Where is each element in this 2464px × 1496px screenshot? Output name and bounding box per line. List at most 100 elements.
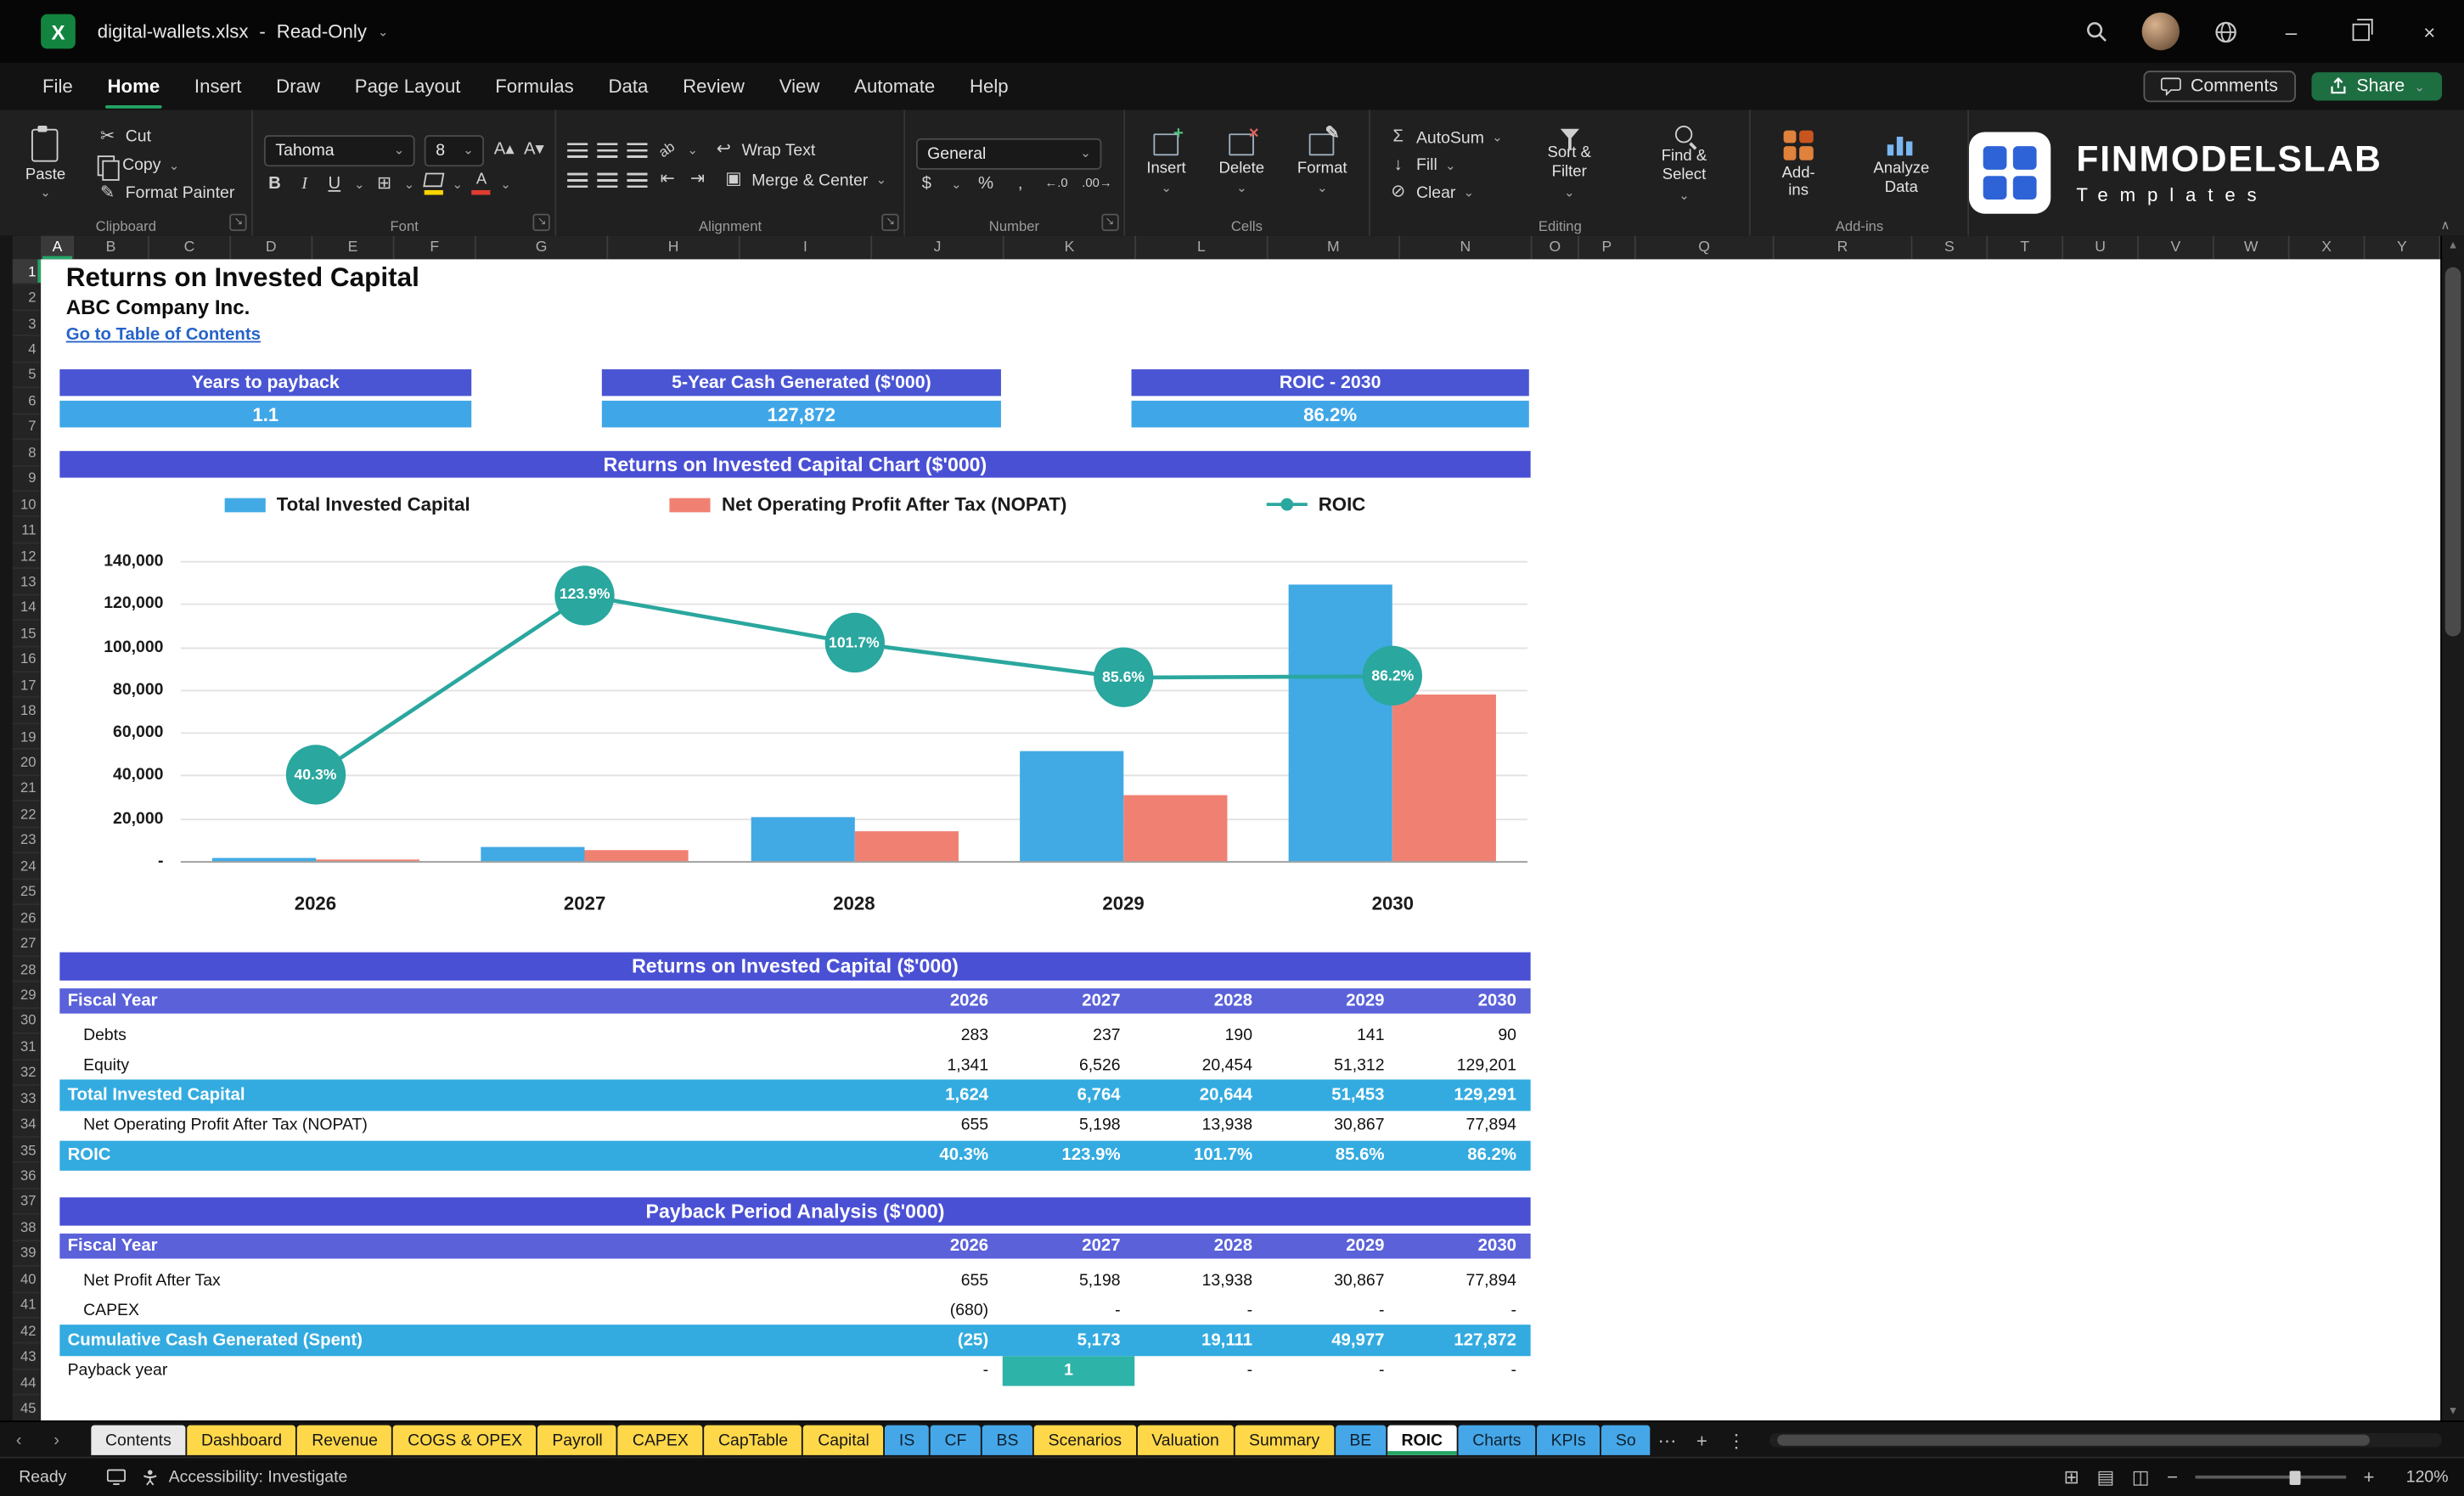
vertical-scrollbar[interactable]: ▲ ▼	[2440, 235, 2464, 1422]
toc-link[interactable]: Go to Table of Contents	[66, 325, 261, 344]
format-painter-button[interactable]: ✎ Format Painter	[91, 182, 241, 205]
cut-button[interactable]: ✂ Cut	[91, 125, 241, 149]
italic-icon[interactable]: I	[295, 174, 315, 192]
zoom-in-icon[interactable]: +	[2364, 1466, 2375, 1488]
table-cell[interactable]: -	[1003, 1295, 1134, 1325]
decrease-indent-icon[interactable]: ⇤	[657, 171, 678, 188]
row-header-31[interactable]: 31	[12, 1034, 42, 1060]
menu-tab-view[interactable]: View	[762, 65, 836, 109]
alignment-dialog-launcher-icon[interactable]: ↘	[881, 213, 899, 232]
table-cell[interactable]: -	[1134, 1355, 1266, 1386]
row-header-41[interactable]: 41	[12, 1292, 42, 1319]
analyze-data-button[interactable]: Analyze Data	[1846, 116, 1957, 214]
row-header-17[interactable]: 17	[12, 672, 42, 699]
sheet-tab-be[interactable]: BE	[1335, 1425, 1386, 1455]
currency-format-icon[interactable]: $	[916, 174, 937, 192]
row-header-8[interactable]: 8	[12, 440, 42, 466]
column-header-T[interactable]: T	[1988, 235, 2064, 260]
restore-button[interactable]	[2326, 0, 2394, 63]
row-header-20[interactable]: 20	[12, 750, 42, 776]
zoom-slider[interactable]	[2195, 1470, 2347, 1485]
table-cell[interactable]: -	[870, 1355, 1002, 1386]
row-header-27[interactable]: 27	[12, 931, 42, 957]
table-cell[interactable]: 127,872	[1398, 1325, 1530, 1356]
column-header-R[interactable]: R	[1775, 235, 1913, 260]
column-header-H[interactable]: H	[608, 235, 740, 260]
row-header-18[interactable]: 18	[12, 699, 42, 724]
row-header-42[interactable]: 42	[12, 1319, 42, 1345]
page-break-view-icon[interactable]: ◫	[2132, 1466, 2150, 1488]
row-header-36[interactable]: 36	[12, 1163, 42, 1189]
delete-cells-button[interactable]: × Delete ⌄	[1208, 116, 1275, 214]
table-cell[interactable]: 13,938	[1134, 1265, 1266, 1296]
table-cell[interactable]: 13,938	[1134, 1111, 1266, 1141]
table-cell[interactable]: 77,894	[1398, 1111, 1530, 1141]
accessibility-status[interactable]: Accessibility: Investigate	[142, 1468, 347, 1487]
column-header-E[interactable]: E	[312, 235, 395, 260]
table-cell[interactable]: 5,198	[1003, 1265, 1134, 1296]
more-sheets-icon[interactable]: ⋯	[1650, 1429, 1685, 1451]
menu-tab-insert[interactable]: Insert	[177, 65, 259, 109]
table-cell[interactable]: 129,291	[1398, 1080, 1530, 1111]
row-header-1[interactable]: 1	[12, 259, 42, 285]
percent-format-icon[interactable]: %	[976, 174, 996, 192]
sheet-tab-scenarios[interactable]: Scenarios	[1033, 1425, 1136, 1455]
row-header-30[interactable]: 30	[12, 1009, 42, 1035]
format-cells-button[interactable]: ✎ Format ⌄	[1286, 116, 1359, 214]
font-dialog-launcher-icon[interactable]: ↘	[532, 213, 551, 232]
font-family-select[interactable]: Tahoma ⌄	[264, 134, 416, 166]
row-header-38[interactable]: 38	[12, 1215, 42, 1241]
column-header-X[interactable]: X	[2290, 235, 2366, 260]
sheet-tab-is[interactable]: IS	[885, 1425, 929, 1455]
table-cell[interactable]: -	[1267, 1355, 1398, 1386]
shrink-font-icon[interactable]: A▾	[524, 141, 544, 159]
row-header-25[interactable]: 25	[12, 880, 42, 905]
table-cell[interactable]: 655	[870, 1265, 1002, 1296]
number-format-select[interactable]: General ⌄	[916, 137, 1102, 169]
row-header-37[interactable]: 37	[12, 1189, 42, 1215]
zoom-level[interactable]: 120%	[2392, 1468, 2449, 1487]
grow-font-icon[interactable]: A▴	[494, 141, 515, 159]
comma-format-icon[interactable]: ,	[1010, 174, 1031, 192]
row-header-6[interactable]: 6	[12, 388, 42, 414]
row-header-28[interactable]: 28	[12, 957, 42, 983]
table-cell[interactable]: 20,454	[1134, 1050, 1266, 1081]
column-header-A[interactable]: A	[42, 235, 74, 260]
sheet-canvas[interactable]: Returns on Invested Capital ABC Company …	[41, 259, 2443, 1422]
menu-tab-file[interactable]: File	[25, 65, 91, 109]
row-header-19[interactable]: 19	[12, 724, 42, 751]
autosum-button[interactable]: Σ AutoSum ⌄	[1381, 126, 1509, 149]
table-cell[interactable]: 20,644	[1134, 1080, 1266, 1111]
table-cell[interactable]: 101.7%	[1134, 1140, 1266, 1171]
row-header-14[interactable]: 14	[12, 595, 42, 621]
orientation-icon[interactable]: ab	[655, 138, 680, 161]
bold-icon[interactable]: B	[264, 174, 284, 192]
table-cell[interactable]: 30,867	[1267, 1111, 1398, 1141]
column-header-D[interactable]: D	[231, 235, 313, 260]
sheet-tab-summary[interactable]: Summary	[1235, 1425, 1334, 1455]
kpi-value-roic-2030[interactable]: 86.2%	[1131, 400, 1529, 428]
increase-indent-icon[interactable]: ⇥	[687, 171, 707, 188]
column-header-J[interactable]: J	[872, 235, 1004, 260]
collapse-ribbon-icon[interactable]: ∧	[2441, 218, 2450, 233]
column-header-P[interactable]: P	[1579, 235, 1636, 260]
wrap-text-button[interactable]: ↩ Wrap Text	[707, 138, 822, 162]
row-header-11[interactable]: 11	[12, 518, 42, 544]
scroll-down-icon[interactable]: ▼	[2442, 1406, 2464, 1417]
column-header-M[interactable]: M	[1269, 235, 1401, 260]
zoom-out-icon[interactable]: −	[2167, 1466, 2178, 1488]
table-cell[interactable]: (680)	[870, 1295, 1002, 1325]
document-title-area[interactable]: digital-wallets.xlsx - Read-Only ⌄	[98, 20, 389, 42]
table-cell[interactable]: 129,201	[1398, 1050, 1530, 1081]
row-header-12[interactable]: 12	[12, 543, 42, 570]
align-middle-icon[interactable]	[597, 142, 618, 159]
excel-app-icon[interactable]: X	[41, 14, 76, 49]
row-header-16[interactable]: 16	[12, 647, 42, 673]
row-header-44[interactable]: 44	[12, 1370, 42, 1396]
sheet-tab-cogs-opex[interactable]: COGS & OPEX	[393, 1425, 537, 1455]
sheet-tab-so[interactable]: So	[1601, 1425, 1651, 1455]
table-cell[interactable]: 1	[1002, 1355, 1135, 1386]
align-top-icon[interactable]	[567, 142, 588, 159]
row-header-43[interactable]: 43	[12, 1344, 42, 1370]
column-header-W[interactable]: W	[2214, 235, 2290, 260]
